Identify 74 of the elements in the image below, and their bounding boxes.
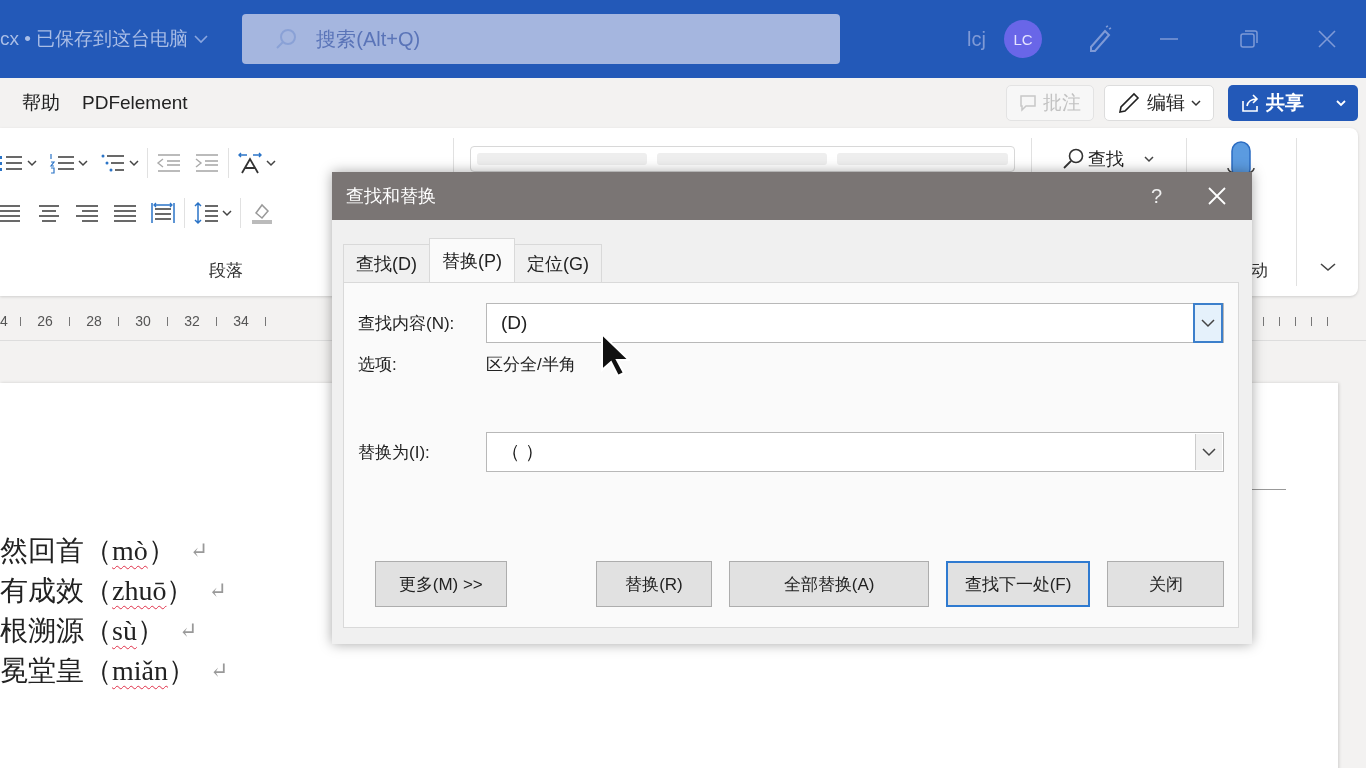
field-label: 查找内容(N): <box>358 312 456 335</box>
dialog-tab[interactable]: 替换(P) <box>429 238 515 282</box>
paragraph-mark: ↵ <box>189 538 209 564</box>
ruler-number: 30 <box>134 313 152 329</box>
dialog-button[interactable]: 关闭 <box>1107 561 1224 607</box>
ruler-number: 28 <box>85 313 103 329</box>
paragraph-mark: ↵ <box>178 618 198 644</box>
find-button[interactable]: 查找 <box>1053 144 1162 174</box>
chevron-down-icon <box>129 159 139 167</box>
ruler-number: 4 <box>0 313 6 329</box>
numbered-list-icon <box>49 151 75 175</box>
chevron-down-icon <box>222 209 232 217</box>
paragraph-mark: ↵ <box>208 578 227 604</box>
close-icon <box>1208 187 1226 205</box>
ruler-number: 26 <box>36 313 54 329</box>
user-avatar[interactable]: LC <box>1004 20 1042 58</box>
document-line: 然回首（mò） <box>0 534 176 568</box>
share-icon <box>1240 93 1260 113</box>
help-button[interactable]: ? <box>1144 183 1168 209</box>
pencil-icon <box>1117 91 1141 115</box>
menu-tab[interactable]: PDFelement <box>82 88 188 118</box>
chevron-down-icon <box>266 159 276 167</box>
line-spacing-icon <box>193 201 219 225</box>
share-button[interactable]: 共享 <box>1228 85 1358 121</box>
chevron-down-icon <box>1319 262 1336 272</box>
decrease-indent-icon <box>156 151 182 175</box>
styles-gallery[interactable] <box>469 146 1015 172</box>
document-line: 有成效（zhuō） <box>0 574 195 608</box>
ruler-number: 34 <box>232 313 250 329</box>
search-icon <box>1061 148 1084 170</box>
dropdown-button[interactable] <box>1193 303 1223 343</box>
ruler-ticks <box>1263 316 1328 326</box>
document-line: 根溯源（sù） <box>0 614 165 648</box>
dropdown-button[interactable] <box>1195 434 1222 470</box>
dialog-button[interactable]: 查找下一处(F) <box>945 561 1091 607</box>
dialog-title: 查找和替换 <box>346 185 436 208</box>
close-button[interactable] <box>1208 187 1226 205</box>
search-icon <box>274 27 299 51</box>
field-label: 选项: <box>358 354 398 376</box>
speech-bubble-icon <box>1019 94 1037 112</box>
group-label: 段落 <box>209 261 244 280</box>
ruler-number: 32 <box>183 313 201 329</box>
chevron-down-icon <box>1191 99 1201 107</box>
dialog-tab[interactable]: 查找(D) <box>343 244 430 282</box>
user-name: lcj <box>967 27 986 51</box>
increase-indent-icon <box>194 151 220 175</box>
search-placeholder: 搜索(Alt+Q) <box>316 26 421 52</box>
dialog-tab[interactable]: 定位(G) <box>514 244 602 282</box>
edit-button[interactable]: 编辑 <box>1104 85 1214 121</box>
paragraph-mark: ↵ <box>210 658 229 684</box>
character-spacing-icon <box>237 151 263 175</box>
shading-icon <box>249 201 275 225</box>
chevron-down-icon <box>1202 447 1216 457</box>
minimize-icon <box>1160 37 1178 41</box>
close-icon <box>1318 30 1336 48</box>
replace-field[interactable]: （ ） <box>486 432 1224 472</box>
chevron-down-icon <box>78 159 88 167</box>
field-label: 替换为(I): <box>358 441 431 464</box>
chevron-down-icon <box>27 159 37 167</box>
menu-tab[interactable]: 帮助 <box>22 86 60 120</box>
chevron-down-icon <box>194 34 209 44</box>
dialog-button[interactable]: 替换(R) <box>595 561 713 607</box>
distributed-icon <box>150 201 176 225</box>
dictate-label: 动 <box>1251 260 1269 282</box>
find-field[interactable]: (D) <box>486 303 1224 343</box>
document-status: cx • 已保存到这台电脑 <box>0 27 189 51</box>
restore-icon <box>1240 30 1258 48</box>
dialog-button[interactable]: 更多(M) >> <box>375 561 507 607</box>
document-line: 冕堂皇（miǎn） <box>0 654 196 688</box>
dialog-button[interactable]: 全部替换(A) <box>729 561 929 607</box>
chevron-down-icon <box>1336 99 1346 107</box>
chevron-down-icon <box>1201 318 1215 328</box>
options-text: 区分全/半角 <box>486 354 576 376</box>
chevron-down-icon <box>1143 155 1154 163</box>
